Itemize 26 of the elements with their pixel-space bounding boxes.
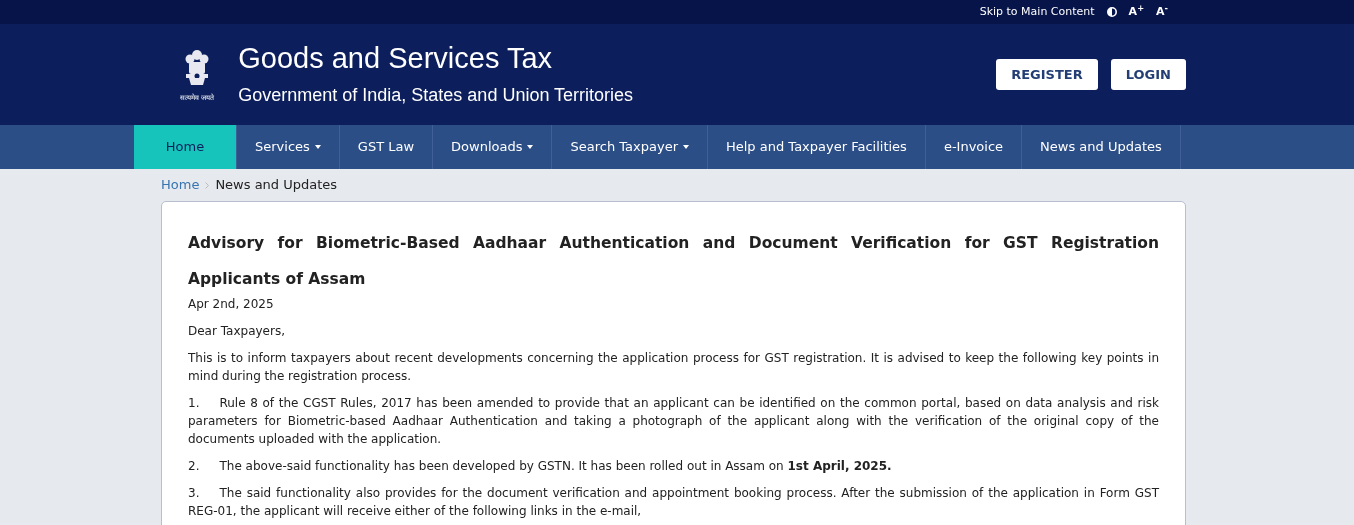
register-button[interactable]: REGISTER: [996, 59, 1098, 90]
intro-paragraph: This is to inform taxpayers about recent developments concerning the application process for GST registration. It is advised to keep the following key points in mind during the registration process.: [188, 350, 1159, 385]
chevron-icon: [205, 181, 210, 189]
login-button[interactable]: LOGIN: [1110, 59, 1186, 90]
decrease-font-button[interactable]: A$^{-}$: [1156, 3, 1168, 21]
skip-to-content-link[interactable]: Skip to Main Content: [979, 3, 1095, 21]
site-title: Goods and Services Tax: [238, 40, 554, 76]
nav-tab[interactable]: Help and Taxpayer Facilities: [708, 125, 926, 169]
contrast-icon[interactable]: [1106, 7, 1117, 17]
increase-font-button[interactable]: A$^{+}$: [1128, 3, 1145, 21]
breadcrumb-link[interactable]: Home: [161, 175, 200, 195]
nav-tab[interactable]: Search Taxpayer: [552, 125, 708, 169]
breadcrumb-current: News and Updates: [215, 176, 338, 195]
nav-tab[interactable]: Services: [237, 125, 340, 169]
nav-tab[interactable]: e-Invoice: [925, 125, 1023, 169]
nav-tab[interactable]: Downloads: [433, 125, 553, 169]
greeting-text: Dear Taxpayers,: [188, 323, 286, 340]
nav-tab[interactable]: GST Law: [339, 125, 434, 169]
advisory-point: 1. Rule 8 of the CGST Rules, 2017 has been amended to provide that an applicant can be identified on the common portal, based on data analysis and risk parameters for Biometric-based Aadhaar Authentication and taking a photograph of the applicant along with the verification of the original copy of the documents uploaded with the application.: [188, 395, 1159, 448]
nav-tab[interactable]: Home: [134, 125, 237, 169]
site-subtitle: Government of India, States and Union Territories: [238, 84, 634, 108]
nav-tab[interactable]: News and Updates: [1022, 125, 1181, 169]
advisory-point: 2. The above-said functionality has been developed by GSTN. It has been rolled out in Assam on 1st April, 2025.: [188, 458, 893, 475]
article-title: Advisory for Biometric-Based Aadhaar Authentication and Document Verification for GST Registration Applicants of Assam: [188, 233, 1159, 290]
advisory-point: 3. The said functionality also provides for the document verification and appointment booking process. After the submission of the application in Form GST REG-01, the applicant will receive either of the following links in the e-mail,: [188, 485, 1159, 520]
article-date: Apr 2nd, 2025: [188, 296, 275, 313]
